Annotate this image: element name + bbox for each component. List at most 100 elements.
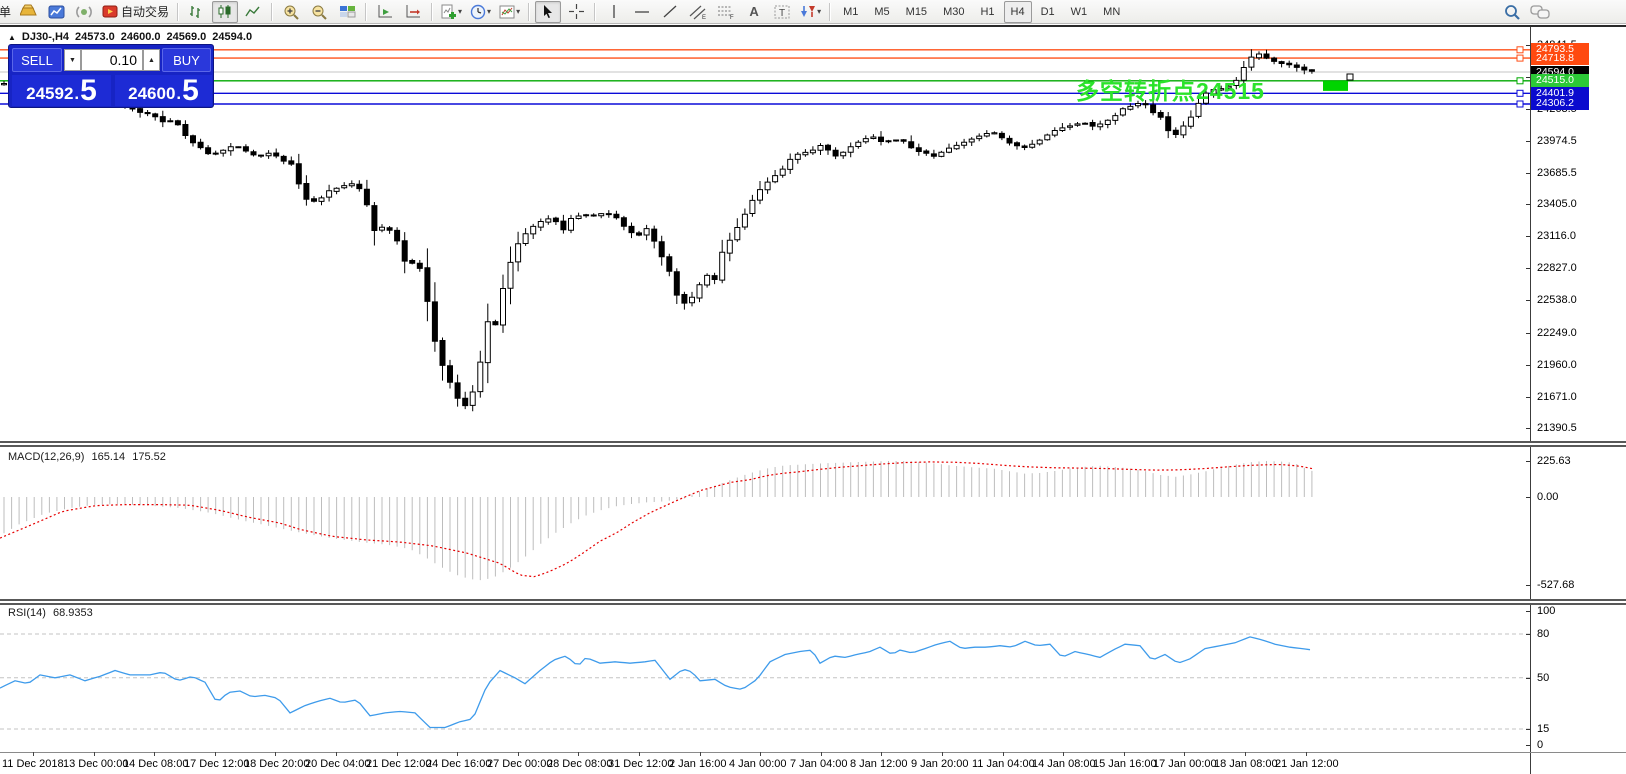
cursor-icon (541, 4, 555, 19)
time-axis-label: 18 Jan 08:00 (1214, 758, 1278, 770)
auto-scroll-button[interactable] (372, 1, 398, 23)
rsi-axis-label: 100 (1537, 605, 1555, 617)
arrows-icon (800, 4, 816, 19)
text-button[interactable]: A (741, 1, 767, 23)
chart-candles-button[interactable] (212, 1, 238, 23)
horizontal-line-icon (634, 4, 650, 19)
sell-button[interactable]: SELL (12, 48, 62, 72)
text-label-button[interactable]: T (769, 1, 795, 23)
crosshair-icon (569, 4, 584, 19)
time-axis-label: 2 Jan 16:00 (669, 758, 727, 770)
chevron-down-icon[interactable]: ▾ (817, 7, 821, 16)
vertical-line-button[interactable] (601, 1, 627, 23)
chat-button[interactable] (1527, 1, 1553, 23)
chart-shift-button[interactable] (400, 1, 426, 23)
time-axis-label: 7 Jan 04:00 (790, 758, 848, 770)
price-tick (1526, 45, 1530, 46)
time-axis-tick (33, 752, 34, 756)
new-order-button[interactable] (15, 1, 41, 23)
tab-timeframe-M30[interactable]: M30 (936, 1, 971, 23)
chart-bars-button[interactable] (184, 1, 210, 23)
chevron-down-icon[interactable]: ▾ (516, 7, 520, 16)
horizontal-line-button[interactable] (629, 1, 655, 23)
rsi-axis-tick (1526, 634, 1530, 635)
tab-timeframe-M1[interactable]: M1 (836, 1, 865, 23)
sell-price[interactable]: 24592.5 (12, 75, 111, 106)
tab-timeframe-H1[interactable]: H1 (973, 1, 1001, 23)
chevron-down-icon[interactable]: ▾ (458, 7, 462, 16)
candlestick-icon (217, 4, 233, 19)
line-chart-icon (245, 4, 261, 19)
level-price-tag[interactable]: 24515.0 (1531, 74, 1589, 87)
rsi-axis-tick (1526, 611, 1530, 612)
level-price-tag[interactable]: 24718.8 (1531, 52, 1589, 65)
trendline-button[interactable] (657, 1, 683, 23)
periods-button[interactable]: ▾ (467, 1, 494, 23)
zoom-out-button[interactable] (306, 1, 332, 23)
crosshair-button[interactable] (563, 1, 589, 23)
separator (431, 3, 433, 21)
cursor-button[interactable] (535, 1, 561, 23)
price-axis-label: 23405.0 (1537, 198, 1577, 210)
fibonacci-button[interactable]: F (713, 1, 739, 23)
buy-price-pips: 5 (182, 77, 199, 104)
timeframe-group: M1M5M15M30H1H4D1W1MN (835, 1, 1128, 23)
buy-price-dot: . (176, 84, 181, 104)
level-price-tag[interactable]: 24306.2 (1531, 97, 1589, 110)
close-value: 24594.0 (212, 31, 252, 43)
price-tick (1526, 268, 1530, 269)
collapse-panel-icon[interactable]: ▲ (8, 33, 16, 42)
time-axis-label: 13 Dec 00:00 (63, 758, 128, 770)
autotrading-button[interactable]: 自动交易 (99, 1, 172, 23)
tab-timeframe-MN[interactable]: MN (1096, 1, 1127, 23)
time-axis-label: 27 Dec 00:00 (487, 758, 552, 770)
time-axis-label: 11 Jan 04:00 (972, 758, 1035, 770)
templates-button[interactable]: ▾ (496, 1, 523, 23)
volume-increase-button[interactable]: ▲ (143, 49, 160, 71)
zoom-in-button[interactable] (278, 1, 304, 23)
chevron-down-icon[interactable]: ▾ (487, 7, 491, 16)
buy-button[interactable]: BUY (162, 48, 211, 72)
tab-timeframe-W1[interactable]: W1 (1064, 1, 1095, 23)
time-axis-tick (1184, 752, 1185, 756)
macd-axis-label: -527.68 (1537, 579, 1574, 591)
channel-button[interactable]: E (685, 1, 711, 23)
toolbar: 单 自动交易 ▾ ▾ (0, 0, 1626, 24)
svg-text:E: E (702, 15, 706, 20)
price-axis-label: 21390.5 (1537, 422, 1577, 434)
signals-button[interactable] (71, 1, 97, 23)
price-tick (1526, 204, 1530, 205)
buy-price[interactable]: 24600.5 (115, 75, 212, 106)
autotrading-icon (102, 4, 118, 19)
time-axis-tick (881, 752, 882, 756)
time-axis-tick (275, 752, 276, 756)
tile-windows-button[interactable] (334, 1, 360, 23)
chart-canvas[interactable] (0, 0, 1626, 774)
time-axis-tick (1245, 752, 1246, 756)
pane-splitter-rsi[interactable] (0, 599, 1626, 605)
time-axis-tick (700, 752, 701, 756)
price-axis-label: 23685.5 (1537, 167, 1577, 179)
indicators-button[interactable]: ▾ (438, 1, 465, 23)
zoom-in-icon (283, 4, 300, 20)
tab-timeframe-M5[interactable]: M5 (867, 1, 896, 23)
rsi-axis-label: 80 (1537, 628, 1549, 640)
tab-timeframe-D1[interactable]: D1 (1034, 1, 1062, 23)
volume-input[interactable]: 0.10 (81, 49, 143, 71)
rsi-axis-label: 15 (1537, 723, 1549, 735)
volume-decrease-button[interactable]: ▼ (64, 49, 81, 71)
template-icon (499, 4, 515, 20)
pane-splitter-macd[interactable] (0, 441, 1626, 447)
chart-annotation-text[interactable]: 多空转折点24515 (1076, 72, 1265, 106)
tab-timeframe-M15[interactable]: M15 (899, 1, 934, 23)
tab-timeframe-H4[interactable]: H4 (1004, 1, 1032, 23)
chart-line-button[interactable] (240, 1, 266, 23)
search-button[interactable] (1499, 1, 1525, 23)
mt4-window: { "toolbar": { "menu_char": "单", "autotr… (0, 0, 1626, 774)
market-watch-button[interactable] (43, 1, 69, 23)
arrows-button[interactable]: ▾ (797, 1, 824, 23)
menu-item-orders[interactable]: 单 (0, 3, 14, 20)
add-indicator-icon (441, 4, 457, 20)
bar-chart-icon (189, 4, 205, 19)
separator (177, 3, 179, 21)
